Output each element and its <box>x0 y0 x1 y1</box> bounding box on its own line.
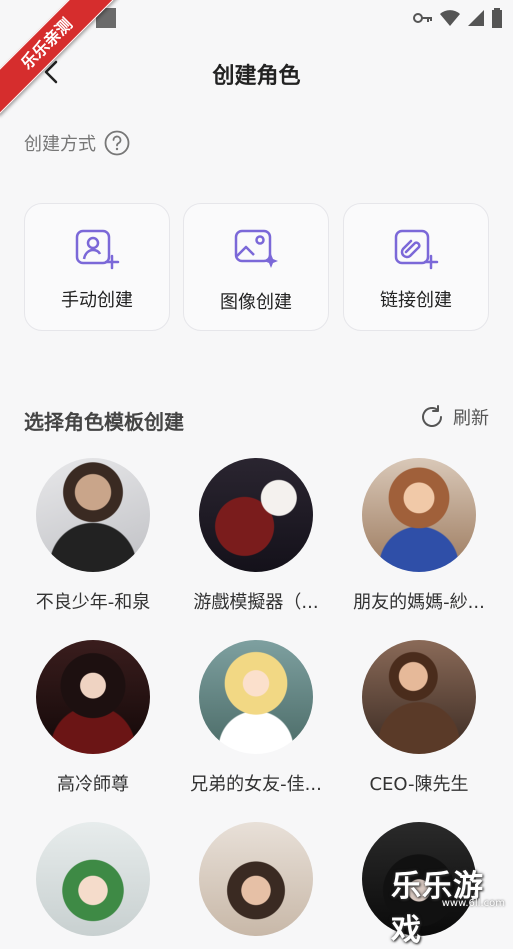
avatar <box>199 822 313 936</box>
template-name: CEO-陳先生 <box>369 774 469 795</box>
template-name: 兄弟的女友-佳... <box>190 774 322 795</box>
image-sparkle-icon <box>234 229 278 268</box>
user-plus-icon <box>75 229 120 270</box>
battery-icon <box>492 8 502 28</box>
image-create-card[interactable]: 图像创建 <box>183 203 329 331</box>
manual-create-label: 手动创建 <box>61 290 133 311</box>
template-name: 高冷師尊 <box>57 774 129 795</box>
watermark: 乐乐游戏 www.6ll.com <box>391 861 509 948</box>
create-method-label: 创建方式 <box>24 134 96 155</box>
templates-title: 选择角色模板创建 <box>24 410 184 434</box>
link-create-card[interactable]: 链接创建 <box>343 203 489 331</box>
avatar <box>199 458 313 572</box>
template-name: 朋友的媽媽-紗... <box>353 592 485 613</box>
template-name: 不良少年-和泉 <box>35 592 151 613</box>
create-method-label-row: 创建方式 <box>24 130 130 156</box>
avatar <box>199 640 313 754</box>
watermark-url: www.6ll.com <box>441 898 505 909</box>
refresh-button[interactable]: 刷新 <box>419 404 489 430</box>
refresh-label: 刷新 <box>453 408 489 429</box>
template-name: 游戲模擬器（... <box>193 592 319 613</box>
refresh-icon <box>422 405 442 427</box>
avatar <box>362 640 476 754</box>
corner-ribbon: 乐乐亲测 <box>0 0 120 120</box>
link-create-label: 链接创建 <box>380 290 452 311</box>
avatar <box>36 458 150 572</box>
ribbon-text: 乐乐亲测 <box>0 0 119 116</box>
manual-create-card[interactable]: 手动创建 <box>24 203 170 331</box>
help-circle-icon[interactable] <box>104 130 130 156</box>
wifi-icon <box>440 10 460 26</box>
status-icons <box>413 8 503 28</box>
signal-icon <box>468 10 484 26</box>
avatar <box>36 640 150 754</box>
avatar <box>36 822 150 936</box>
key-icon <box>413 13 432 23</box>
link-plus-icon <box>394 229 439 270</box>
avatar <box>362 458 476 572</box>
image-create-label: 图像创建 <box>220 292 292 313</box>
